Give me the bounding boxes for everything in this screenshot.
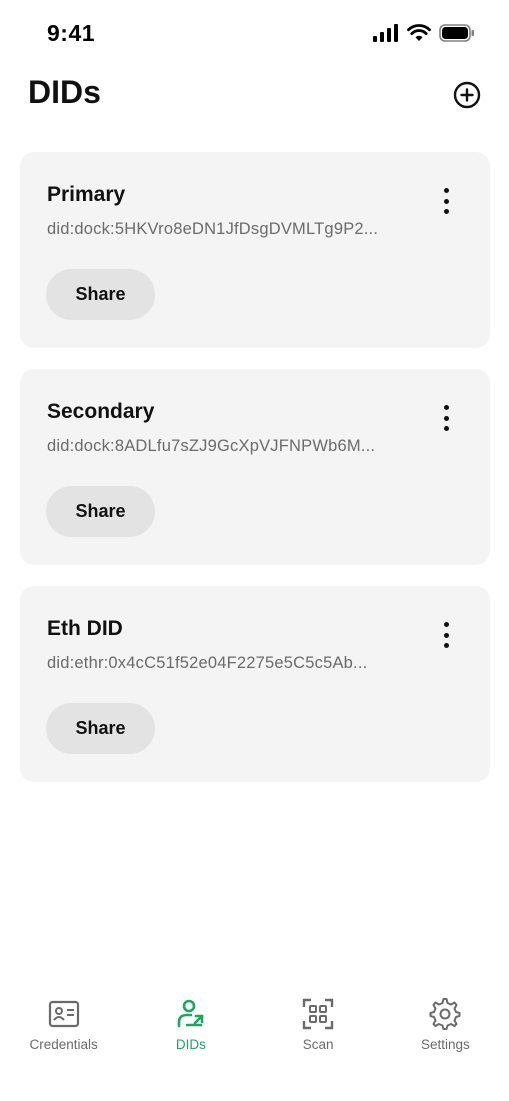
more-vertical-icon <box>443 188 449 193</box>
user-arrow-icon <box>174 997 208 1031</box>
more-options-button[interactable] <box>432 620 460 650</box>
did-list: Primary did:dock:5HKVro8eDN1JfDsgDVMLTg9… <box>20 152 490 803</box>
did-card-primary[interactable]: Primary did:dock:5HKVro8eDN1JfDsgDVMLTg9… <box>20 152 490 348</box>
status-time: 9:41 <box>47 20 96 46</box>
nav-item-credentials[interactable]: Credentials <box>0 985 127 1101</box>
qr-scan-icon <box>301 997 335 1031</box>
did-name: Primary <box>47 183 126 206</box>
more-options-button[interactable] <box>432 403 460 433</box>
did-card-secondary[interactable]: Secondary did:dock:8ADLfu7sZJ9GcXpVJFNPW… <box>20 369 490 565</box>
nav-item-dids[interactable]: DIDs <box>127 985 254 1101</box>
did-card-eth[interactable]: Eth DID did:ethr:0x4cC51f52e04F2275e5C5c… <box>20 586 490 782</box>
nav-label: Settings <box>420 1037 470 1052</box>
did-value: did:dock:8ADLfu7sZJ9GcXpVJFNPWb6M... <box>47 437 376 455</box>
phone-screen: 9:41 DIDs Primary did:dock:5HKVro8eDN1Jf… <box>0 0 509 1101</box>
wifi-icon <box>407 24 431 41</box>
more-options-button[interactable] <box>432 186 460 216</box>
bottom-nav: Credentials DIDs Scan Settings <box>0 985 509 1101</box>
more-vertical-icon <box>443 405 449 410</box>
status-icons <box>373 24 475 42</box>
did-name: Secondary <box>47 400 155 423</box>
nav-item-settings[interactable]: Settings <box>382 985 509 1101</box>
share-button[interactable]: Share <box>46 703 155 754</box>
nav-label: Credentials <box>29 1037 98 1052</box>
status-bar: 9:41 <box>0 0 509 70</box>
battery-icon <box>439 24 474 42</box>
nav-label: DIDs <box>175 1037 206 1052</box>
signal-icon <box>373 24 398 42</box>
plus-circle-icon <box>453 81 481 109</box>
gear-icon <box>428 997 462 1031</box>
add-did-button[interactable] <box>452 80 482 110</box>
more-vertical-icon <box>443 622 449 627</box>
did-value: did:dock:5HKVro8eDN1JfDsgDVMLTg9P2... <box>47 220 379 238</box>
nav-label: Scan <box>302 1037 334 1052</box>
did-value: did:ethr:0x4cC51f52e04F2275e5C5c5Ab... <box>47 654 368 672</box>
share-button[interactable]: Share <box>46 269 155 320</box>
id-card-icon <box>47 997 81 1031</box>
nav-item-scan[interactable]: Scan <box>255 985 382 1101</box>
share-button[interactable]: Share <box>46 486 155 537</box>
did-name: Eth DID <box>47 617 123 640</box>
page-title: DIDs <box>28 74 101 110</box>
